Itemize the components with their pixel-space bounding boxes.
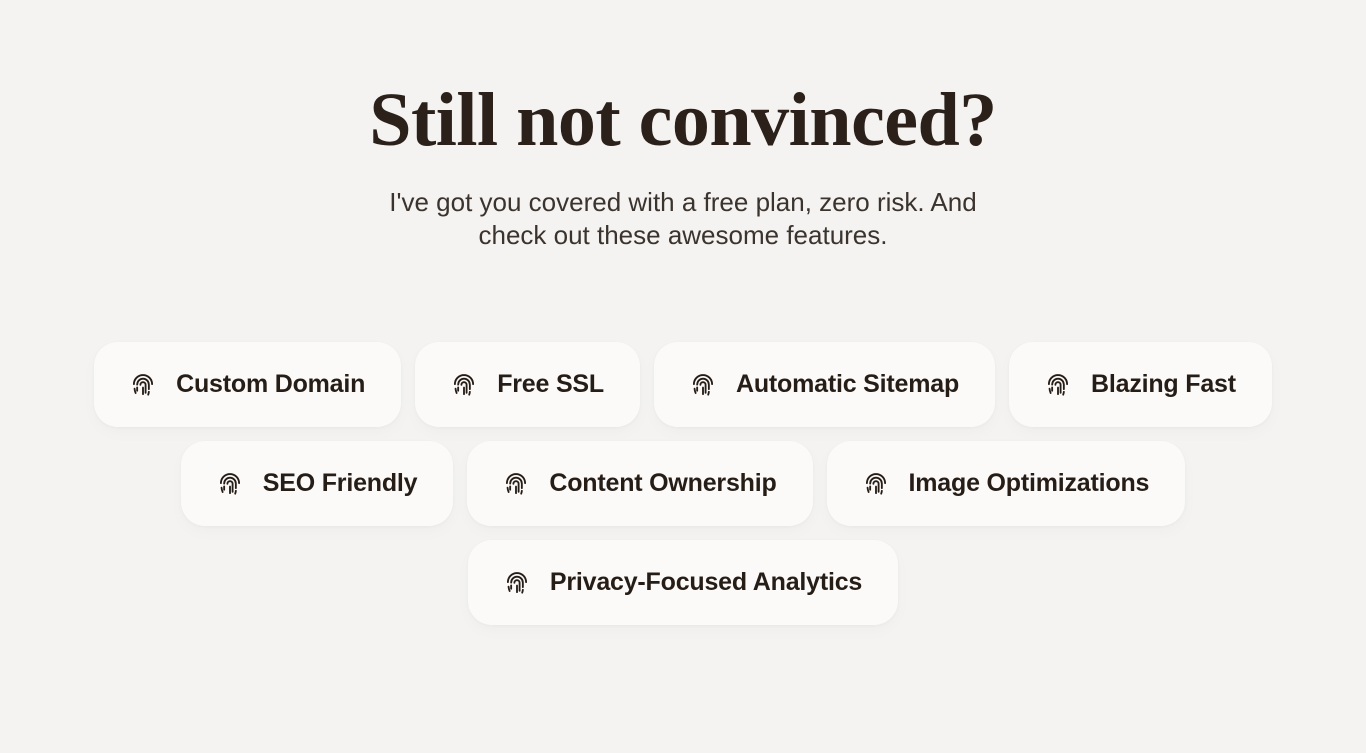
- fingerprint-icon: [690, 372, 716, 398]
- feature-card[interactable]: Custom Domain: [94, 342, 402, 427]
- feature-card[interactable]: Content Ownership: [467, 441, 813, 526]
- feature-card-label: Custom Domain: [176, 370, 366, 398]
- features-section: Still not convinced? I've got you covere…: [0, 0, 1366, 753]
- feature-card-label: Content Ownership: [549, 469, 777, 497]
- feature-card[interactable]: Automatic Sitemap: [653, 342, 996, 427]
- feature-card[interactable]: Privacy-Focused Analytics: [467, 540, 899, 625]
- feature-card-row: Custom Domain Free SSL Automatic Sitemap…: [94, 342, 1272, 427]
- fingerprint-icon: [1045, 372, 1071, 398]
- fingerprint-icon: [217, 471, 243, 497]
- feature-card-row: Privacy-Focused Analytics: [467, 540, 899, 625]
- fingerprint-icon: [130, 372, 156, 398]
- feature-card-label: SEO Friendly: [262, 469, 418, 497]
- feature-card[interactable]: SEO Friendly: [180, 441, 454, 526]
- feature-card-grid: Custom Domain Free SSL Automatic Sitemap…: [0, 342, 1366, 625]
- feature-card-label: Free SSL: [497, 370, 604, 398]
- fingerprint-icon: [863, 471, 889, 497]
- feature-card[interactable]: Image Optimizations: [826, 441, 1186, 526]
- page-subtitle: I've got you covered with a free plan, z…: [389, 187, 977, 250]
- fingerprint-icon: [504, 570, 530, 596]
- fingerprint-icon: [451, 372, 477, 398]
- feature-card[interactable]: Free SSL: [415, 342, 640, 427]
- feature-card-label: Image Optimizations: [908, 469, 1150, 497]
- feature-card-label: Privacy-Focused Analytics: [549, 568, 863, 596]
- fingerprint-icon: [503, 471, 529, 497]
- feature-card-label: Automatic Sitemap: [735, 370, 960, 398]
- feature-card[interactable]: Blazing Fast: [1009, 342, 1272, 427]
- feature-card-row: SEO Friendly Content Ownership Image Opt…: [180, 441, 1186, 526]
- page-title: Still not convinced?: [369, 78, 997, 162]
- feature-card-label: Blazing Fast: [1091, 370, 1236, 398]
